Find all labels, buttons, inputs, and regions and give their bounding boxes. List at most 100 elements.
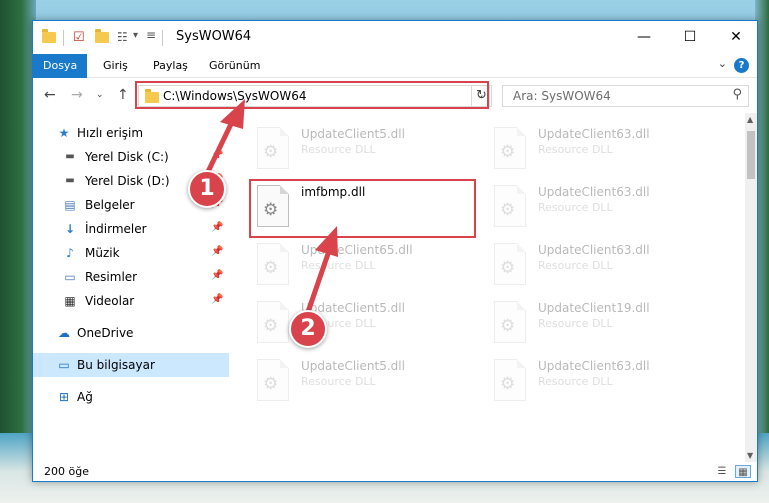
file-type: Resource DLL xyxy=(301,375,376,388)
file-item[interactable]: ⚙ UpdateClient5.dll Resource DLL xyxy=(257,353,489,411)
sidebar-item-network[interactable]: ⊞ Ağ xyxy=(33,385,229,409)
pin-icon[interactable]: 📌 xyxy=(211,246,223,257)
scroll-up-icon[interactable]: ▲ xyxy=(747,115,753,124)
status-bar: 200 öğe ☰ ▦ xyxy=(33,462,757,481)
up-arrow-icon[interactable]: ↑ xyxy=(117,87,129,103)
search-icon: ⚲ xyxy=(732,87,742,102)
documents-icon: ▤ xyxy=(64,198,76,212)
scrollbar-thumb[interactable] xyxy=(747,131,755,179)
pin-icon[interactable]: 📌 xyxy=(211,270,223,281)
file-item[interactable]: ⚙ UpdateClient63.dll Resource DLL xyxy=(494,353,726,411)
toolbar-menu-icon[interactable]: ≡ xyxy=(146,28,156,44)
file-type: Resource DLL xyxy=(538,317,613,330)
close-button[interactable]: ✕ xyxy=(713,21,757,54)
step-2-badge: 2 xyxy=(289,310,327,348)
sidebar-item-label: Videolar xyxy=(85,294,135,308)
large-icons-view-icon[interactable]: ▦ xyxy=(735,465,751,478)
folder-icon xyxy=(42,29,56,46)
collapse-ribbon-icon[interactable]: ⌄ xyxy=(718,57,727,70)
file-type: Resource DLL xyxy=(301,259,376,272)
sidebar-item-label: İndirmeler xyxy=(85,222,147,236)
title-bar: ☑ ☷ ▾ ≡ SysWOW64 — ☐ ✕ xyxy=(33,21,757,54)
minimize-button[interactable]: — xyxy=(621,21,667,54)
search-box[interactable]: Ara: SysWOW64 ⚲ xyxy=(502,85,749,107)
sidebar-item-label: OneDrive xyxy=(77,326,134,340)
sidebar-item-label: Yerel Disk (D:) xyxy=(85,174,170,188)
network-icon: ⊞ xyxy=(58,390,70,404)
file-item[interactable]: ⚙ UpdateClient19.dll Resource DLL xyxy=(494,295,726,353)
new-folder-icon[interactable] xyxy=(95,29,109,46)
tab-share[interactable]: Paylaş xyxy=(143,54,198,78)
sidebar-item-label: Belgeler xyxy=(85,198,135,212)
pin-icon[interactable]: 📌 xyxy=(211,150,223,161)
sidebar-item-videos[interactable]: ▦ Videolar 📌 xyxy=(33,289,229,313)
vertical-scrollbar[interactable]: ▲ ▼ xyxy=(745,113,757,462)
toolbar-divider xyxy=(162,30,163,46)
file-type: Resource DLL xyxy=(538,375,613,388)
computer-icon: ▭ xyxy=(58,358,70,372)
file-name: UpdateClient63.dll xyxy=(538,185,650,199)
pin-icon[interactable]: 📌 xyxy=(211,294,223,305)
file-item[interactable]: ⚙ UpdateClient63.dll Resource DLL xyxy=(494,121,726,179)
sidebar-item-downloads[interactable]: ↓ İndirmeler 📌 xyxy=(33,217,229,241)
tab-file[interactable]: Dosya xyxy=(33,54,88,78)
file-item[interactable]: ⚙ UpdateClient63.dll Resource DLL xyxy=(494,237,726,295)
recent-locations-chevron-icon[interactable]: ⌄ xyxy=(96,90,104,100)
sidebar-item-label: Hızlı erişim xyxy=(77,126,144,140)
music-icon: ♪ xyxy=(66,246,74,260)
star-icon: ★ xyxy=(58,126,70,140)
file-type: Resource DLL xyxy=(538,201,613,214)
search-input[interactable]: Ara: SysWOW64 xyxy=(513,89,611,103)
sidebar-item-music[interactable]: ♪ Müzik 📌 xyxy=(33,241,229,265)
dll-file-icon: ⚙ xyxy=(494,243,526,285)
chevron-down-icon[interactable]: ▾ xyxy=(133,30,138,46)
scroll-down-icon[interactable]: ▼ xyxy=(747,451,753,460)
dll-file-icon: ⚙ xyxy=(494,301,526,343)
maximize-button[interactable]: ☐ xyxy=(667,21,713,54)
sidebar-item-drive-c[interactable]: ▬ Yerel Disk (C:) 📌 xyxy=(33,145,229,169)
details-view-icon[interactable]: ☰ xyxy=(714,465,730,478)
file-name: UpdateClient5.dll xyxy=(301,359,405,373)
toolbar-divider xyxy=(63,30,64,46)
sidebar-item-label: Bu bilgisayar xyxy=(77,358,155,372)
sidebar-item-label: Resimler xyxy=(85,270,138,284)
forward-arrow-icon[interactable]: → xyxy=(71,87,83,103)
download-icon: ↓ xyxy=(64,222,76,236)
navigation-pane: ★ Hızlı erişim ▬ Yerel Disk (C:) 📌 ▬ Yer… xyxy=(33,113,229,462)
sidebar-item-this-pc[interactable]: ▭ Bu bilgisayar xyxy=(33,353,229,377)
dll-file-icon: ⚙ xyxy=(257,243,289,285)
sidebar-item-quick-access[interactable]: ★ Hızlı erişim xyxy=(33,121,229,145)
file-item[interactable]: ⚙ UpdateClient65.dll Resource DLL xyxy=(257,237,489,295)
drive-icon: ▬ xyxy=(65,175,75,186)
file-name: UpdateClient65.dll xyxy=(301,243,413,257)
tab-view[interactable]: Görünüm xyxy=(199,54,270,78)
dll-file-icon: ⚙ xyxy=(494,127,526,169)
dll-file-icon: ⚙ xyxy=(257,301,289,343)
sidebar-item-label: Yerel Disk (C:) xyxy=(85,150,169,164)
dll-file-icon: ⚙ xyxy=(257,359,289,401)
file-name: UpdateClient63.dll xyxy=(538,127,650,141)
back-arrow-icon[interactable]: ← xyxy=(44,87,56,103)
file-type: Resource DLL xyxy=(538,143,613,156)
videos-icon: ▦ xyxy=(64,294,76,308)
file-type: Resource DLL xyxy=(538,259,613,272)
dll-file-icon: ⚙ xyxy=(494,359,526,401)
customize-toolbar-icon[interactable]: ☷ xyxy=(117,30,128,46)
sidebar-item-onedrive[interactable]: ☁ OneDrive xyxy=(33,321,229,345)
help-icon[interactable]: ? xyxy=(734,58,749,73)
sidebar-item-pictures[interactable]: ▭ Resimler 📌 xyxy=(33,265,229,289)
file-name: UpdateClient63.dll xyxy=(538,243,650,257)
ribbon-tabs: Dosya Giriş Paylaş Görünüm ⌄ ? xyxy=(33,54,757,78)
drive-icon: ▬ xyxy=(65,151,75,162)
pin-icon[interactable]: 📌 xyxy=(211,222,223,233)
window-title: SysWOW64 xyxy=(176,29,252,44)
dll-file-icon: ⚙ xyxy=(494,185,526,227)
cloud-icon: ☁ xyxy=(58,326,70,340)
file-item[interactable]: ⚙ UpdateClient5.dll Resource DLL xyxy=(257,121,489,179)
tab-home[interactable]: Giriş xyxy=(93,54,138,78)
desktop-foliage-left xyxy=(0,0,36,503)
file-type: Resource DLL xyxy=(301,143,376,156)
properties-icon[interactable]: ☑ xyxy=(73,30,85,46)
sidebar-item-label: Müzik xyxy=(85,246,120,260)
file-item[interactable]: ⚙ UpdateClient63.dll Resource DLL xyxy=(494,179,726,237)
